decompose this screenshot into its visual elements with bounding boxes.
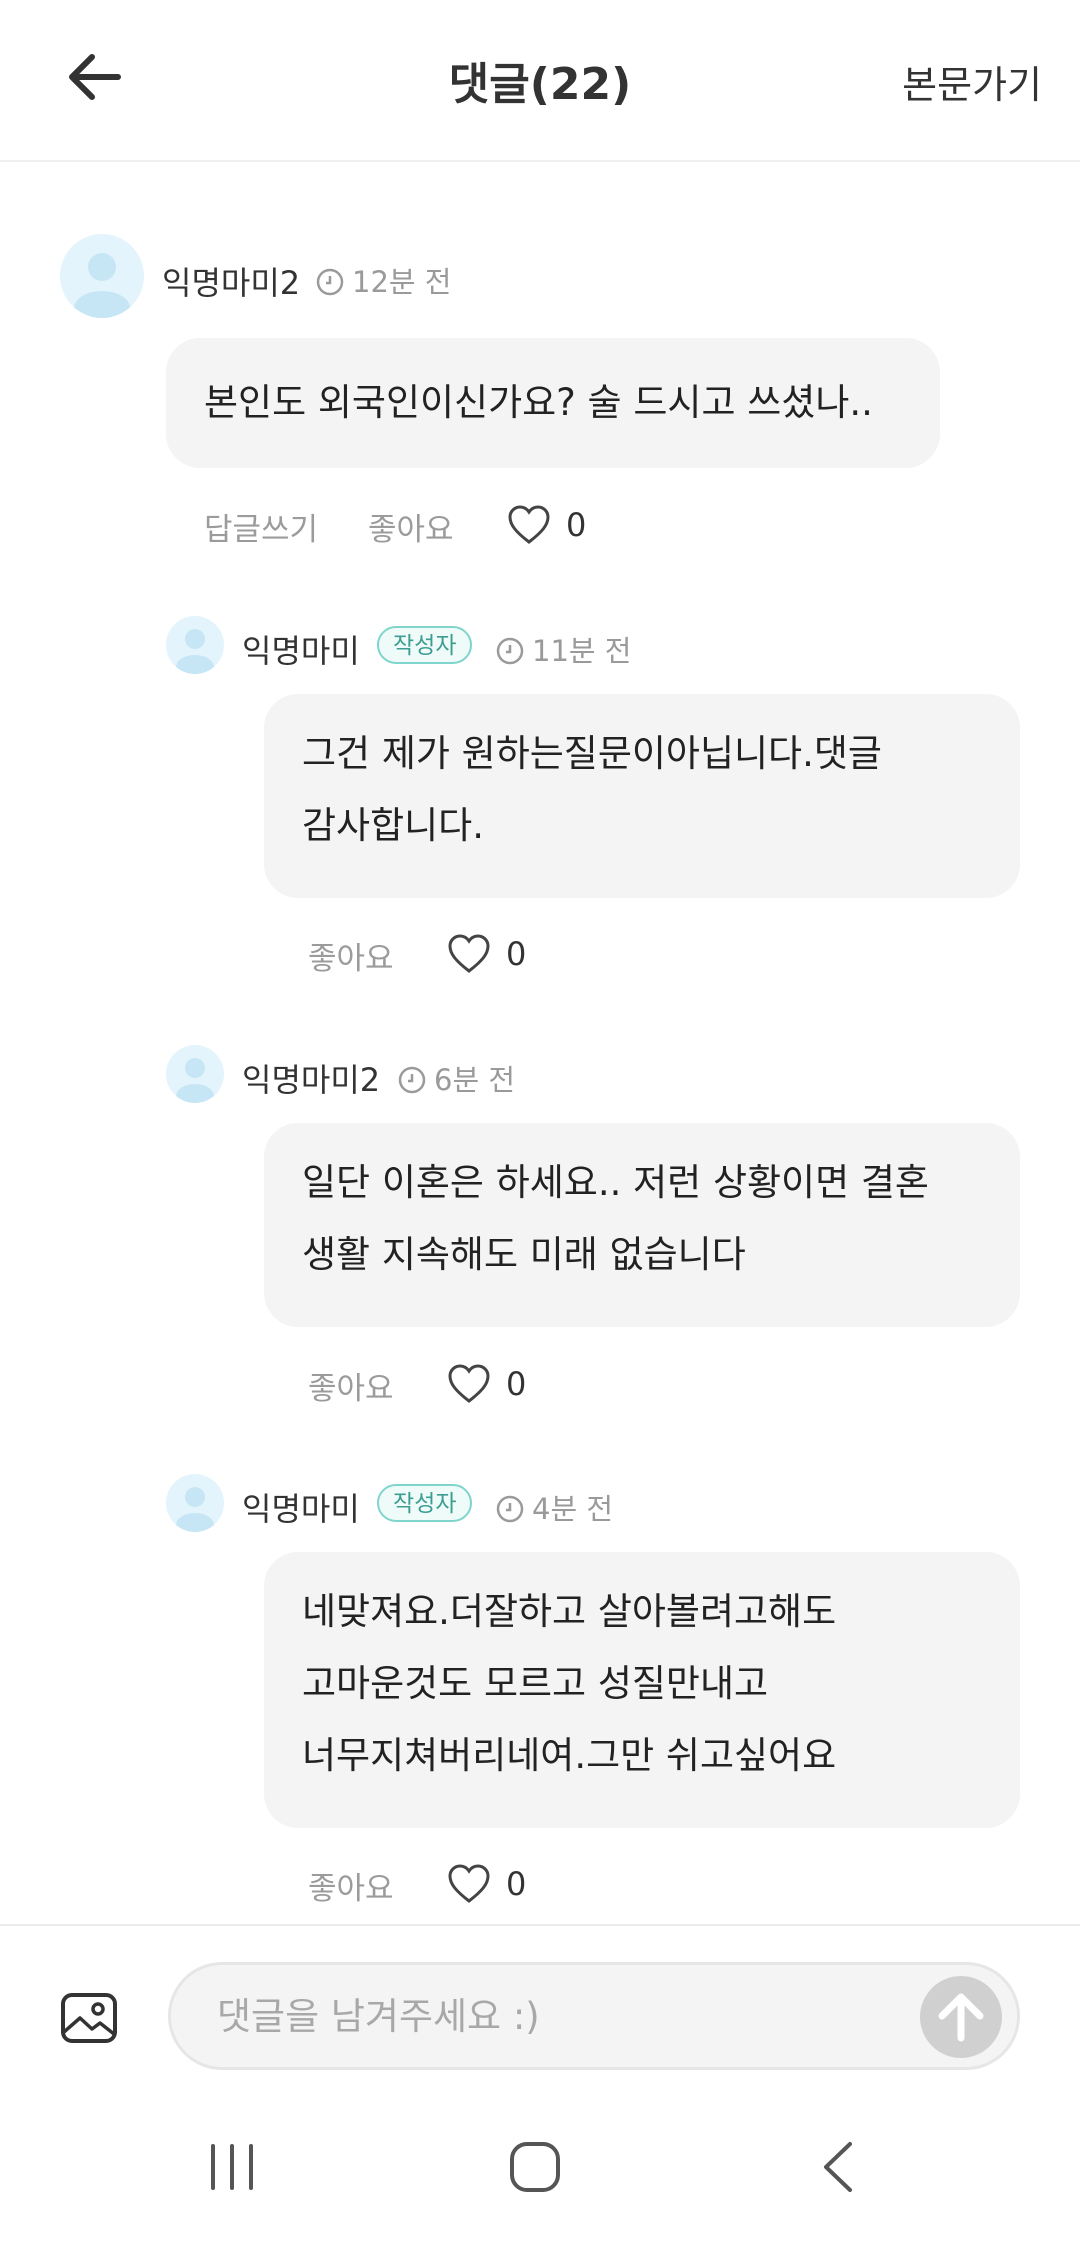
heart-icon (508, 505, 550, 544)
comment-text-line: 일단 이혼은 하세요.. 저런 상황이면 결혼 (302, 1161, 929, 1204)
clock-icon (496, 1495, 524, 1523)
go-to-post-link[interactable]: 본문가기 (902, 54, 1042, 109)
clock-icon (316, 268, 344, 296)
home-icon[interactable] (508, 2140, 562, 2194)
comment-text-line: 감사합니다. (302, 804, 484, 847)
comment-text-line: 고마운것도 모르고 성질만내고 (302, 1662, 769, 1705)
like-counter[interactable]: 0 (446, 932, 526, 976)
arrow-up-icon (938, 1993, 984, 2042)
comment-username: 익명마미2 (162, 264, 301, 302)
avatar (166, 616, 224, 674)
like-counter[interactable]: 0 (446, 1862, 526, 1906)
author-badge: 작성자 (377, 626, 473, 664)
back-icon[interactable] (818, 2140, 858, 2194)
image-attach-icon[interactable] (60, 1992, 118, 2044)
heart-icon (448, 1364, 490, 1403)
like-button[interactable]: 좋아요 (308, 933, 394, 978)
comment-username: 익명마미2 (242, 1061, 381, 1099)
top-bar: 댓글(22) 본문가기 (0, 0, 1080, 162)
heart-icon (448, 1864, 490, 1903)
comment-time: 6분 전 (398, 1057, 515, 1099)
like-counter[interactable]: 0 (446, 1362, 526, 1406)
comment-bubble: 본인도 외국인이신가요? 술 드시고 쓰셨나.. (166, 338, 940, 468)
like-counter[interactable]: 0 (506, 503, 586, 547)
author-badge: 작성자 (377, 1484, 473, 1522)
comment-bubble: 그건 제가 원하는질문이아닙니다.댓글 감사합니다. (264, 694, 1020, 898)
like-count: 0 (566, 506, 587, 544)
like-button[interactable]: 좋아요 (308, 1363, 394, 1408)
heart-icon (448, 934, 490, 973)
comment-time: 12분 전 (316, 259, 451, 301)
comment-bubble: 일단 이혼은 하세요.. 저런 상황이면 결혼 생활 지속해도 미래 없습니다 (264, 1123, 1020, 1327)
comment-username: 익명마미 (242, 632, 360, 670)
system-navigation-bar (0, 2084, 1080, 2249)
comment-text-line: 너무지쳐버리네여.그만 쉬고싶어요 (302, 1734, 837, 1777)
like-count: 0 (506, 1865, 527, 1903)
clock-icon (496, 637, 524, 665)
comment-text: 본인도 외국인이신가요? 술 드시고 쓰셨나.. (204, 381, 873, 424)
avatar (166, 1474, 224, 1532)
comment-bubble: 네맞져요.더잘하고 살아볼려고해도 고마운것도 모르고 성질만내고 너무지쳐버리… (264, 1552, 1020, 1828)
clock-icon (398, 1066, 426, 1094)
send-button[interactable] (920, 1976, 1002, 2058)
comment-text-line: 그건 제가 원하는질문이아닙니다.댓글 (302, 732, 882, 775)
like-count: 0 (506, 1365, 527, 1403)
avatar (166, 1045, 224, 1103)
comment-username: 익명마미 (242, 1490, 360, 1528)
comment-input-bar (0, 1924, 1080, 2084)
reply-button[interactable]: 답글쓰기 (204, 504, 318, 549)
recent-apps-icon[interactable] (207, 2142, 257, 2192)
like-button[interactable]: 좋아요 (368, 504, 454, 549)
comment-input[interactable] (168, 1962, 1020, 2070)
comment-time: 4분 전 (496, 1486, 613, 1528)
comment-time: 11분 전 (496, 628, 631, 670)
like-button[interactable]: 좋아요 (308, 1863, 394, 1908)
comment-text-line: 생활 지속해도 미래 없습니다 (302, 1233, 746, 1276)
avatar (60, 234, 144, 318)
comment-text-line: 네맞져요.더잘하고 살아볼려고해도 (302, 1590, 837, 1633)
like-count: 0 (506, 935, 527, 973)
